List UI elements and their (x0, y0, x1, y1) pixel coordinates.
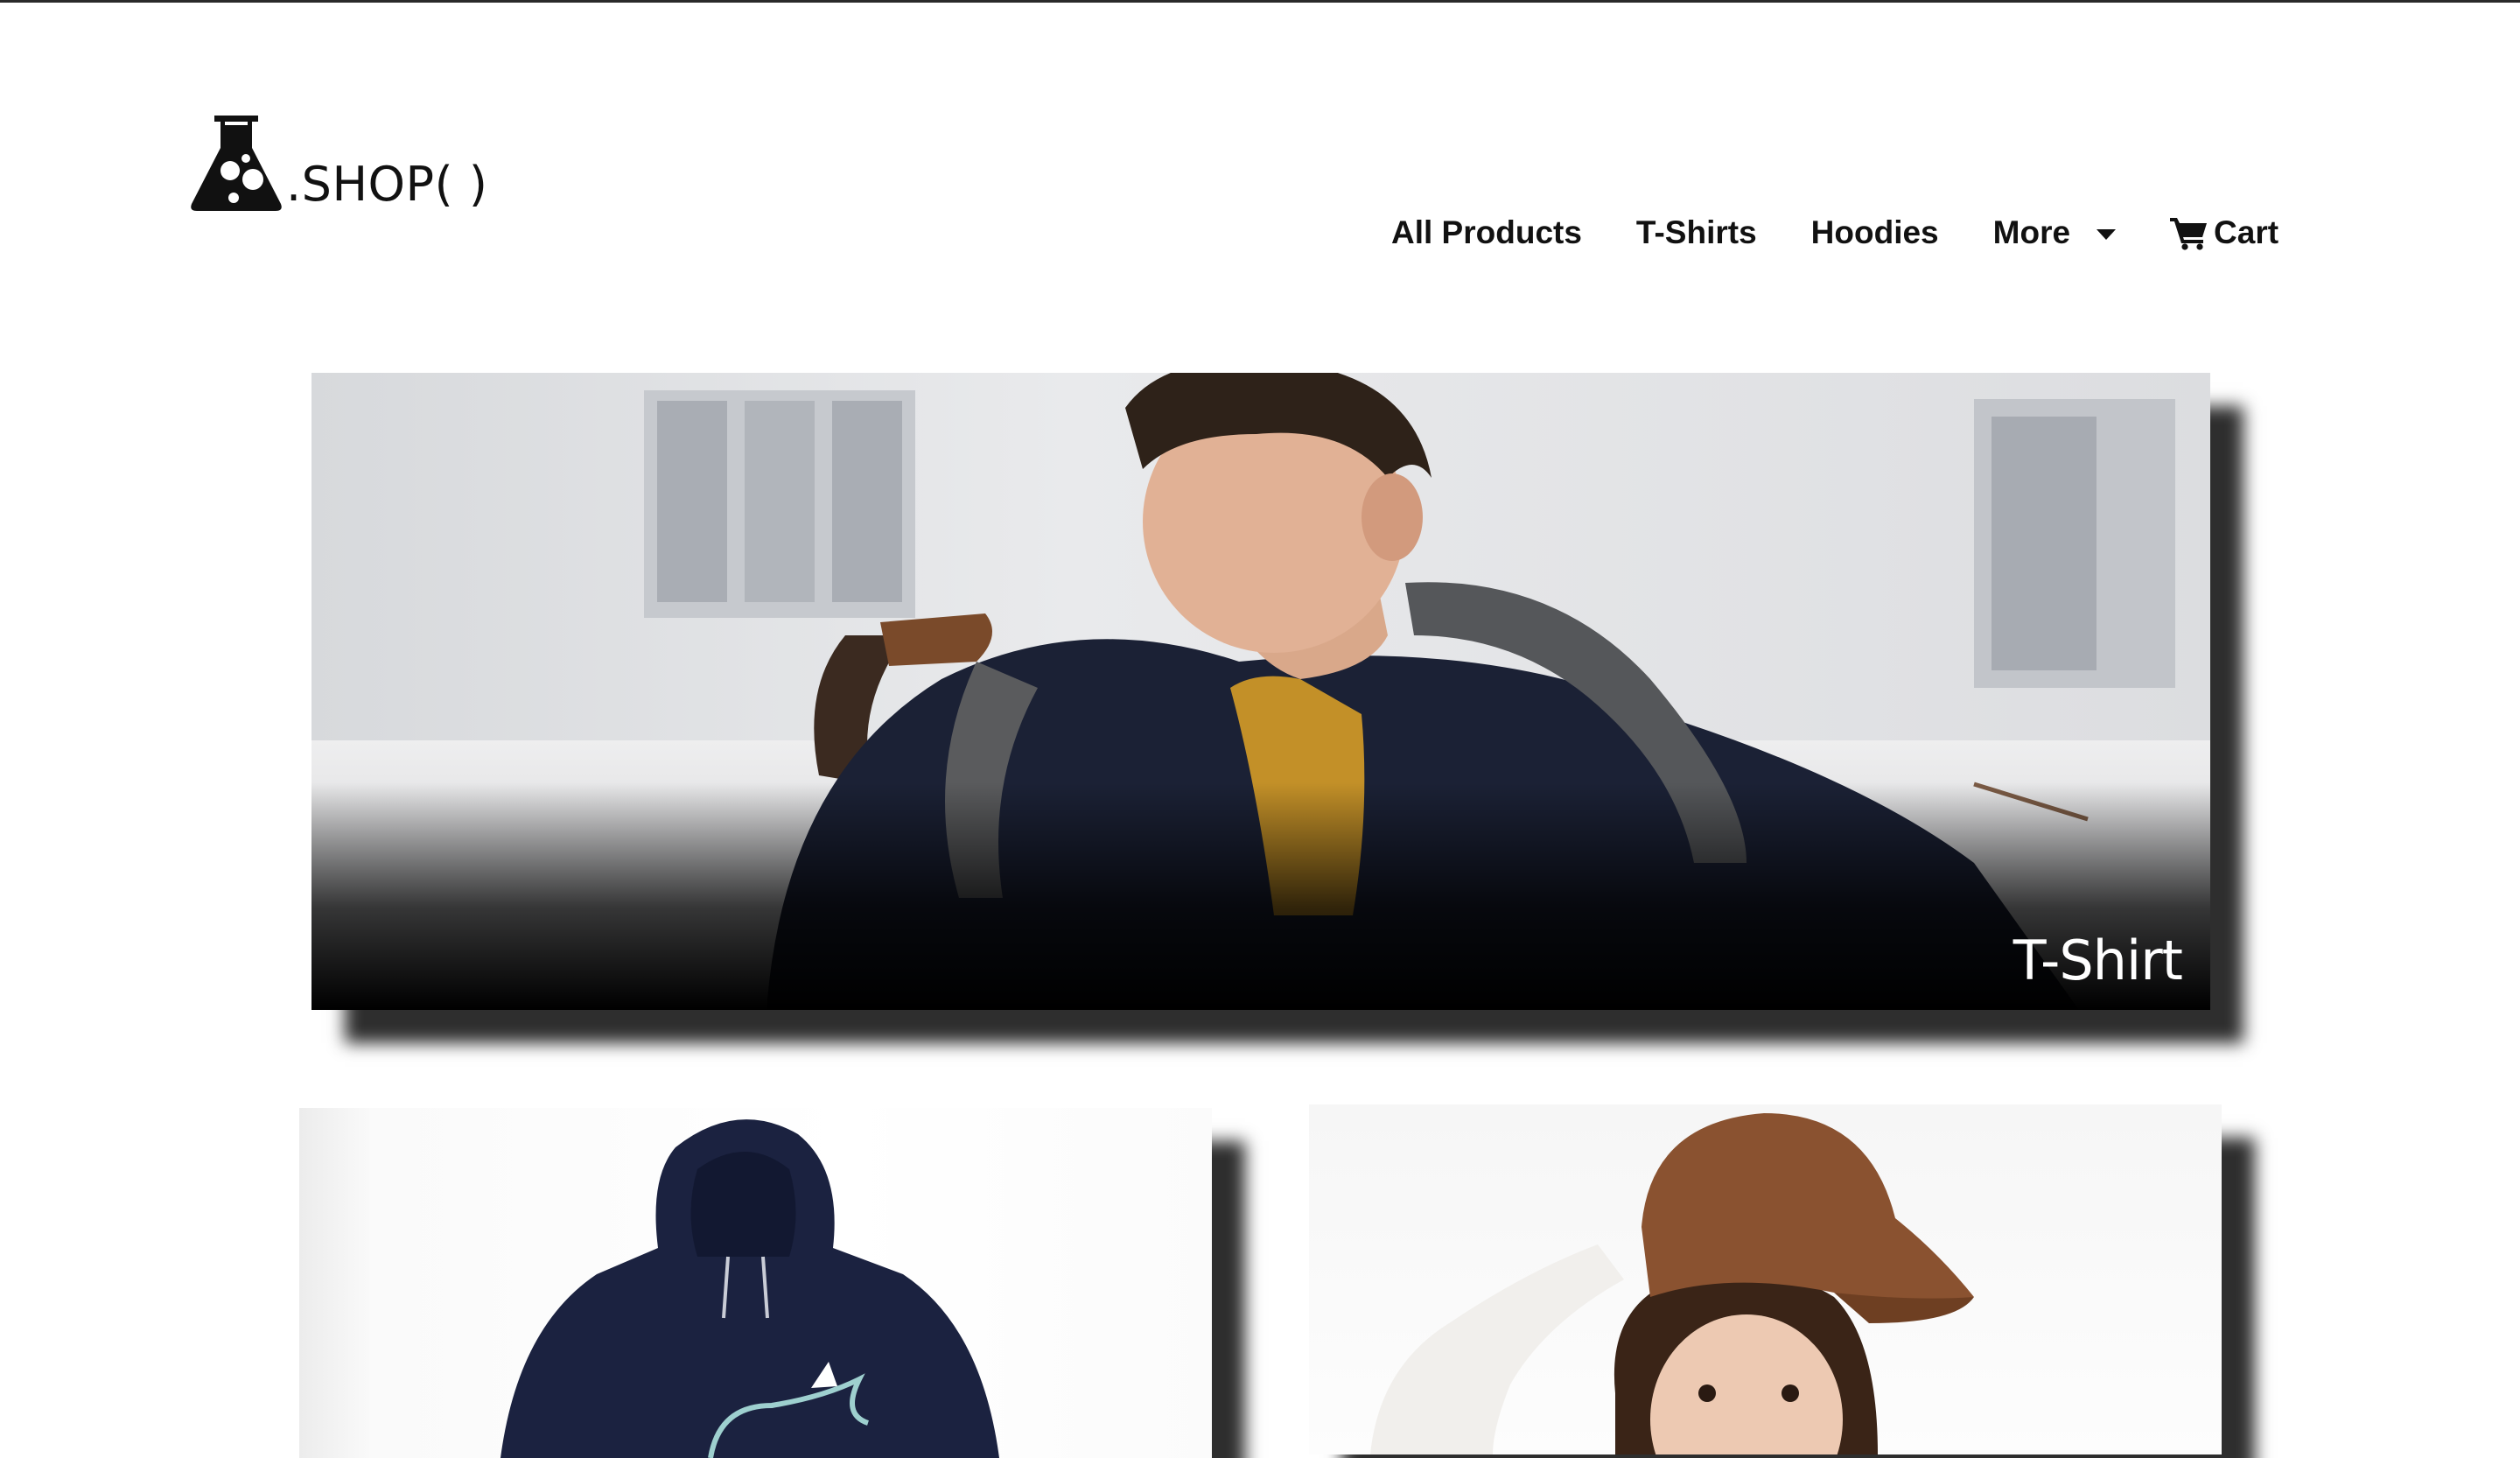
hero-caption: T-Shirt (2012, 929, 2183, 992)
site-logo[interactable]: .SHOP( ) (188, 109, 487, 214)
main-nav: All Products T-Shirts Hoodies More Cart (1391, 208, 2278, 257)
caret-down-icon (2096, 229, 2117, 240)
nav-t-shirts[interactable]: T-Shirts (1636, 214, 1757, 251)
product-tile-hat[interactable] (1309, 1104, 2222, 1454)
brand-name: .SHOP( ) (286, 157, 488, 212)
nav-hoodies[interactable]: Hoodies (1811, 214, 1939, 251)
flask-icon (191, 116, 282, 211)
top-border (0, 0, 2520, 3)
nav-more-dropdown[interactable]: More (1992, 214, 2117, 251)
cart-icon (2170, 218, 2208, 250)
nav-more-label: More (1992, 214, 2071, 250)
nav-hoodies-label: Hoodies (1810, 214, 1939, 250)
hero-banner-t-shirt[interactable]: T-Shirt (312, 373, 2210, 1010)
nav-all-products-label: All Products (1391, 214, 1582, 250)
product-tile-hoodie[interactable] (299, 1108, 1212, 1458)
nav-all-products[interactable]: All Products (1391, 214, 1582, 251)
hero-caption-gradient (312, 782, 2210, 1010)
nav-cart[interactable]: Cart (2170, 214, 2278, 251)
nav-t-shirts-label: T-Shirts (1635, 214, 1757, 250)
hat-photo (1370, 1113, 1974, 1454)
nav-cart-label: Cart (2214, 214, 2279, 250)
hoodie-photo (500, 1119, 999, 1458)
